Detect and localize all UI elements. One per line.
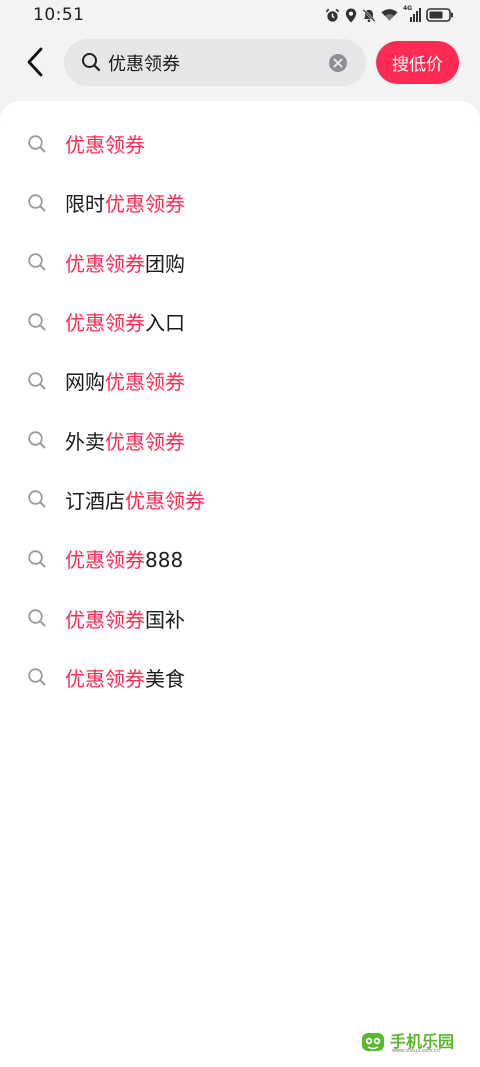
status-bar: 10:51 4G [0, 0, 480, 32]
suggestion-text: 优惠领券美食 [65, 663, 185, 692]
suggestion-text: 优惠领券团购 [65, 248, 185, 277]
suggestion-highlight: 优惠领券 [105, 370, 185, 395]
suggestion-item[interactable]: 订酒店优惠领券 [0, 470, 480, 529]
suggestion-text: 限时优惠领券 [65, 188, 185, 217]
suggestion-suffix: 入口 [145, 311, 185, 336]
suggestion-item[interactable]: 优惠领券入口 [0, 292, 480, 351]
suggestion-item[interactable]: 优惠领券国补 [0, 588, 480, 647]
suggestion-item[interactable]: 限时优惠领券 [0, 173, 480, 232]
suggestion-highlight: 优惠领券 [65, 311, 145, 336]
suggestion-item[interactable]: 网购优惠领券 [0, 351, 480, 410]
back-button[interactable] [18, 44, 52, 80]
search-icon [28, 609, 46, 627]
suggestion-item[interactable]: 优惠领券888 [0, 529, 480, 588]
battery-icon [426, 8, 454, 22]
suggestion-highlight: 优惠领券 [105, 429, 185, 454]
suggestion-prefix: 网购 [65, 370, 105, 395]
search-low-price-button[interactable]: 搜低价 [376, 41, 459, 84]
suggestion-text: 网购优惠领券 [65, 366, 185, 395]
suggestion-item[interactable]: 优惠领券美食 [0, 648, 480, 707]
watermark-logo-icon [362, 1033, 384, 1051]
search-header: 搜低价 [0, 32, 480, 94]
mute-icon [362, 8, 376, 23]
wifi-icon [381, 8, 398, 22]
search-icon [28, 372, 46, 390]
suggestion-highlight: 优惠领券 [65, 607, 145, 632]
chevron-left-icon [27, 47, 43, 77]
search-icon [28, 668, 46, 686]
search-icon [82, 53, 101, 72]
suggestion-prefix: 外卖 [65, 429, 105, 454]
suggestion-text: 优惠领券国补 [65, 604, 185, 633]
suggestion-panel: 优惠领券 限时优惠领券 优惠领券团购 优惠领券入口 网购优惠领券 外卖优惠领券 订酒店优惠领… [0, 101, 480, 1067]
suggestion-text: 订酒店优惠领券 [65, 485, 205, 514]
suggestion-highlight: 优惠领券 [65, 548, 145, 573]
search-icon [28, 253, 46, 271]
location-icon [345, 7, 357, 23]
signal-icon: 4G [403, 5, 421, 23]
suggestion-suffix: 国补 [145, 607, 185, 632]
suggestion-suffix: 888 [145, 548, 184, 573]
search-icon [28, 134, 46, 153]
suggestion-prefix: 订酒店 [65, 488, 125, 513]
suggestion-list: 优惠领券 限时优惠领券 优惠领券团购 优惠领券入口 网购优惠领券 外卖优惠领券 订酒店优惠领… [0, 114, 480, 707]
suggestion-highlight: 优惠领券 [125, 488, 205, 513]
search-icon [28, 312, 46, 331]
suggestion-item[interactable]: 外卖优惠领券 [0, 410, 480, 469]
search-box[interactable] [64, 39, 366, 86]
suggestion-suffix: 团购 [145, 251, 185, 276]
suggestion-highlight: 优惠领券 [65, 251, 145, 276]
watermark-url: www.shouji.com.cn [392, 1048, 440, 1054]
search-icon [28, 490, 46, 508]
clear-circle-icon[interactable] [328, 53, 348, 73]
search-icon [28, 431, 46, 449]
alarm-icon [325, 8, 340, 23]
suggestion-text: 优惠领券入口 [65, 307, 185, 336]
suggestion-suffix: 美食 [145, 666, 185, 691]
watermark: 手机乐园 www.shouji.com.cn [360, 1027, 468, 1057]
suggestion-item[interactable]: 优惠领券团购 [0, 233, 480, 292]
suggestion-prefix: 限时 [65, 192, 105, 217]
suggestion-highlight: 优惠领券 [65, 133, 145, 158]
search-icon [28, 194, 46, 212]
suggestion-text: 优惠领券888 [65, 544, 183, 573]
status-icons: 4G [325, 5, 454, 24]
suggestion-text: 外卖优惠领券 [65, 426, 185, 455]
suggestion-item[interactable]: 优惠领券 [0, 114, 480, 173]
search-input[interactable] [108, 39, 318, 86]
suggestion-highlight: 优惠领券 [65, 666, 145, 691]
suggestion-text: 优惠领券 [65, 129, 145, 158]
suggestion-highlight: 优惠领券 [105, 192, 185, 217]
status-time: 10:51 [33, 5, 85, 25]
search-icon [28, 550, 46, 568]
